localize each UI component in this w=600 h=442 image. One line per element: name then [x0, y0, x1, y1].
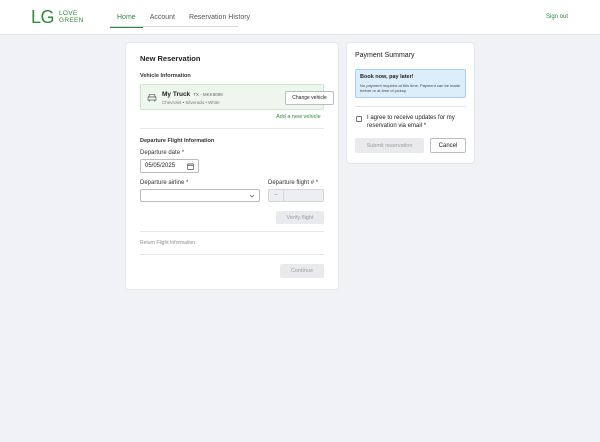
cancel-button[interactable]: Cancel	[430, 138, 466, 153]
logo-text: LOVE GREEN	[59, 10, 84, 24]
departure-date-value: 05/05/2025	[145, 163, 176, 169]
pay-later-notice: Book now, pay later! No payment required…	[355, 69, 466, 98]
calendar-icon[interactable]	[187, 163, 194, 170]
new-reservation-card: New Reservation Vehicle Information My T…	[126, 43, 338, 289]
departure-flight-input[interactable]	[283, 189, 324, 202]
email-updates-label[interactable]: I agree to receive updates for my reserv…	[367, 115, 467, 130]
logo-mark: LG	[31, 7, 55, 27]
continue-button[interactable]: Continue	[280, 264, 324, 278]
departure-airline-select[interactable]	[140, 189, 260, 202]
departure-airline-value	[141, 199, 145, 205]
nav-home[interactable]: Home	[110, 0, 143, 28]
vehicle-name-text: My Truck	[162, 91, 191, 98]
departure-date-input[interactable]: 05/05/2025	[140, 159, 199, 173]
change-vehicle-button[interactable]: Change vehicle	[285, 91, 334, 105]
submit-reservation-button[interactable]: Submit reservation	[355, 138, 424, 153]
nav-reservation-history[interactable]: Reservation History	[182, 0, 257, 27]
departure-flight-label: Departure flight # *	[268, 180, 319, 186]
chevron-down-icon	[249, 194, 255, 198]
top-bar: LG LOVE GREEN Home Account Reservation H…	[0, 0, 600, 35]
reservation-title: New Reservation	[140, 54, 201, 63]
main-nav: Home Account Reservation History	[110, 0, 257, 35]
brand-logo[interactable]: LG LOVE GREEN	[31, 8, 84, 26]
nav-account[interactable]: Account	[143, 0, 182, 27]
verify-flight-button[interactable]: Verify flight	[276, 211, 324, 224]
departure-section-heading: Departure Flight Information	[140, 138, 215, 144]
vehicle-section-heading: Vehicle Information	[140, 73, 191, 79]
departure-date-label: Departure date *	[140, 150, 185, 156]
pay-later-title: Book now, pay later!	[360, 74, 414, 80]
payment-summary-card: Payment Summary Book now, pay later! No …	[347, 43, 474, 163]
logo-line-2: GREEN	[59, 17, 84, 24]
departure-airline-label: Departure airline *	[140, 180, 189, 186]
section-divider-3	[140, 254, 324, 255]
section-divider-2	[140, 231, 324, 232]
return-section-heading[interactable]: Return Flight Information	[140, 240, 195, 246]
logo-line-1: LOVE	[59, 10, 78, 17]
vehicle-plate: TX - MKK8098	[193, 92, 223, 97]
sign-out-link[interactable]: Sign out	[546, 14, 568, 20]
summary-divider	[355, 106, 466, 107]
vehicle-name: My Truck TX - MKK8098	[162, 91, 223, 98]
flight-prefix: --	[268, 189, 283, 202]
pay-later-body: No payment required at this time. Paymen…	[360, 83, 461, 93]
email-updates-checkbox[interactable]	[356, 116, 362, 122]
selected-vehicle: My Truck TX - MKK8098 Chevrolet • Silvera…	[140, 84, 334, 110]
add-vehicle-link[interactable]: Add a new vehicle	[276, 114, 321, 120]
payment-summary-title: Payment Summary	[355, 52, 415, 59]
car-icon	[147, 94, 157, 102]
section-divider	[140, 128, 324, 129]
vehicle-description: Chevrolet • Silverado • White	[162, 100, 220, 105]
